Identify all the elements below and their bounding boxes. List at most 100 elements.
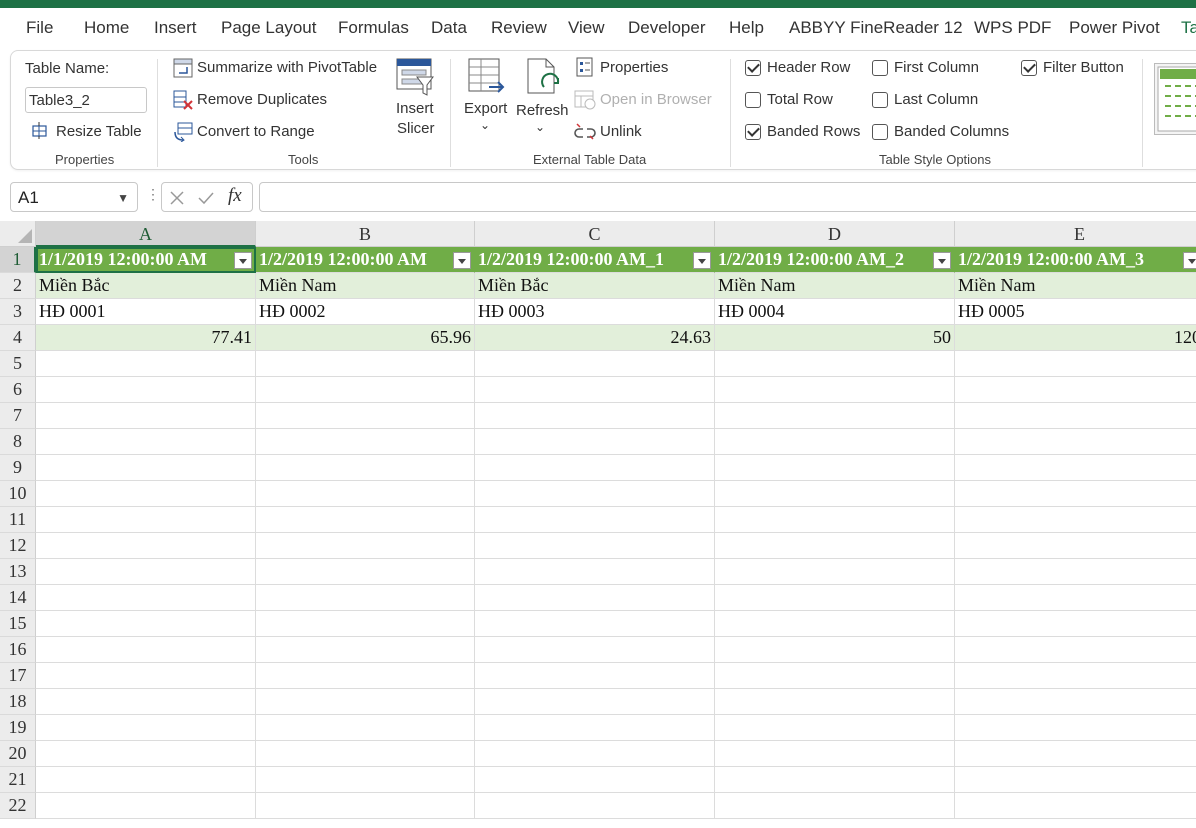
cell-d13[interactable] xyxy=(715,559,955,585)
cell-c16[interactable] xyxy=(475,637,715,663)
cell-d15[interactable] xyxy=(715,611,955,637)
cell-e14[interactable] xyxy=(955,585,1196,611)
table-name-input[interactable] xyxy=(25,87,147,113)
row-header-11[interactable]: 11 xyxy=(0,507,36,533)
cell-b5[interactable] xyxy=(256,351,475,377)
cell-d12[interactable] xyxy=(715,533,955,559)
cell-a21[interactable] xyxy=(36,767,256,793)
cell-e19[interactable] xyxy=(955,715,1196,741)
name-box-chevron-down-icon[interactable]: ▼ xyxy=(117,191,129,205)
cell-e5[interactable] xyxy=(955,351,1196,377)
cell-a19[interactable] xyxy=(36,715,256,741)
table-cell[interactable]: 77.41 xyxy=(36,325,256,351)
row-header-9[interactable]: 9 xyxy=(0,455,36,481)
cell-c6[interactable] xyxy=(475,377,715,403)
cell-d21[interactable] xyxy=(715,767,955,793)
table-cell[interactable]: HĐ 0002 xyxy=(256,299,475,325)
row-header-12[interactable]: 12 xyxy=(0,533,36,559)
cell-e10[interactable] xyxy=(955,481,1196,507)
table-cell[interactable]: Miền Nam xyxy=(256,273,475,299)
cell-c18[interactable] xyxy=(475,689,715,715)
cell-e11[interactable] xyxy=(955,507,1196,533)
cell-d16[interactable] xyxy=(715,637,955,663)
tab-review[interactable]: Review xyxy=(491,18,547,38)
row-header-14[interactable]: 14 xyxy=(0,585,36,611)
cell-d20[interactable] xyxy=(715,741,955,767)
cell-c15[interactable] xyxy=(475,611,715,637)
table-cell[interactable]: Miền Bắc xyxy=(475,273,715,299)
row-header-7[interactable]: 7 xyxy=(0,403,36,429)
filter-dropdown-icon[interactable] xyxy=(933,252,951,269)
row-header-19[interactable]: 19 xyxy=(0,715,36,741)
formula-input[interactable] xyxy=(259,182,1196,212)
table-header-cell[interactable]: 1/2/2019 12:00:00 AM_3 xyxy=(955,247,1196,273)
cell-d10[interactable] xyxy=(715,481,955,507)
table-cell[interactable]: 65.96 xyxy=(256,325,475,351)
table-header-cell[interactable]: 1/2/2019 12:00:00 AM xyxy=(256,247,475,273)
cell-c10[interactable] xyxy=(475,481,715,507)
cell-d5[interactable] xyxy=(715,351,955,377)
row-header-16[interactable]: 16 xyxy=(0,637,36,663)
cell-a16[interactable] xyxy=(36,637,256,663)
cell-b9[interactable] xyxy=(256,455,475,481)
cell-a17[interactable] xyxy=(36,663,256,689)
row-header-1[interactable]: 1 xyxy=(0,247,36,273)
tab-home[interactable]: Home xyxy=(84,18,129,38)
cell-c14[interactable] xyxy=(475,585,715,611)
table-header-cell[interactable]: 1/2/2019 12:00:00 AM_2 xyxy=(715,247,955,273)
column-header-b[interactable]: B xyxy=(256,221,475,247)
cell-e7[interactable] xyxy=(955,403,1196,429)
row-header-13[interactable]: 13 xyxy=(0,559,36,585)
cell-d6[interactable] xyxy=(715,377,955,403)
cell-a15[interactable] xyxy=(36,611,256,637)
cell-a20[interactable] xyxy=(36,741,256,767)
row-header-2[interactable]: 2 xyxy=(0,273,36,299)
table-cell[interactable]: 120 xyxy=(955,325,1196,351)
cell-d8[interactable] xyxy=(715,429,955,455)
cell-a12[interactable] xyxy=(36,533,256,559)
cell-c12[interactable] xyxy=(475,533,715,559)
cell-b19[interactable] xyxy=(256,715,475,741)
formula-bar-grip-icon[interactable]: ⋮ xyxy=(146,186,160,203)
tab-insert[interactable]: Insert xyxy=(154,18,197,38)
table-cell[interactable]: 24.63 xyxy=(475,325,715,351)
row-header-18[interactable]: 18 xyxy=(0,689,36,715)
header-row-checkbox[interactable] xyxy=(745,60,761,76)
enter-check-icon[interactable] xyxy=(197,190,215,206)
cell-a18[interactable] xyxy=(36,689,256,715)
table-cell[interactable]: HĐ 0003 xyxy=(475,299,715,325)
column-header-d[interactable]: D xyxy=(715,221,955,247)
cell-c7[interactable] xyxy=(475,403,715,429)
last-column-checkbox[interactable] xyxy=(872,92,888,108)
filter-dropdown-icon[interactable] xyxy=(453,252,471,269)
table-cell[interactable]: HĐ 0005 xyxy=(955,299,1196,325)
cell-e21[interactable] xyxy=(955,767,1196,793)
cell-b13[interactable] xyxy=(256,559,475,585)
cell-d19[interactable] xyxy=(715,715,955,741)
cell-c5[interactable] xyxy=(475,351,715,377)
cell-a6[interactable] xyxy=(36,377,256,403)
row-header-21[interactable]: 21 xyxy=(0,767,36,793)
row-header-15[interactable]: 15 xyxy=(0,611,36,637)
cell-b7[interactable] xyxy=(256,403,475,429)
row-header-22[interactable]: 22 xyxy=(0,793,36,819)
cell-e6[interactable] xyxy=(955,377,1196,403)
cell-e16[interactable] xyxy=(955,637,1196,663)
cell-e8[interactable] xyxy=(955,429,1196,455)
banded-columns-checkbox[interactable] xyxy=(872,124,888,140)
cell-b15[interactable] xyxy=(256,611,475,637)
cell-e15[interactable] xyxy=(955,611,1196,637)
cell-a14[interactable] xyxy=(36,585,256,611)
tab-formulas[interactable]: Formulas xyxy=(338,18,409,38)
cell-d18[interactable] xyxy=(715,689,955,715)
cell-a10[interactable] xyxy=(36,481,256,507)
cell-c13[interactable] xyxy=(475,559,715,585)
cell-c17[interactable] xyxy=(475,663,715,689)
row-header-3[interactable]: 3 xyxy=(0,299,36,325)
table-cell[interactable]: Miền Nam xyxy=(715,273,955,299)
total-row-checkbox[interactable] xyxy=(745,92,761,108)
table-header-cell[interactable]: 1/1/2019 12:00:00 AM xyxy=(36,247,256,273)
column-header-e[interactable]: E xyxy=(955,221,1196,247)
cancel-icon[interactable] xyxy=(169,190,185,206)
cell-e20[interactable] xyxy=(955,741,1196,767)
